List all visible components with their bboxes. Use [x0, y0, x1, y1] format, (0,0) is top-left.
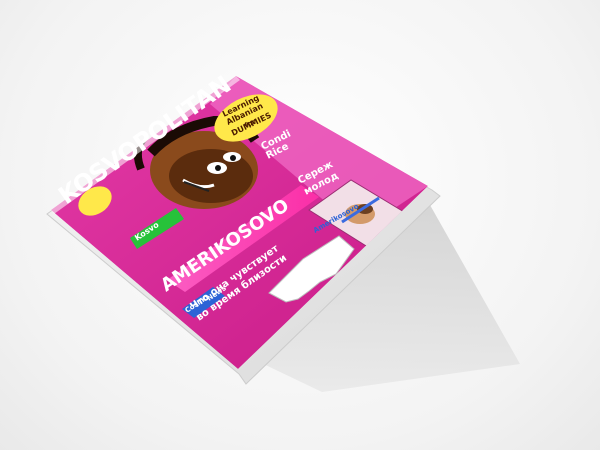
scene: KOSVOPOLITAN Learning Albanian for DUMMI…	[0, 0, 600, 450]
magazine-illustration: KOSVOPOLITAN Learning Albanian for DUMMI…	[46, 70, 520, 392]
